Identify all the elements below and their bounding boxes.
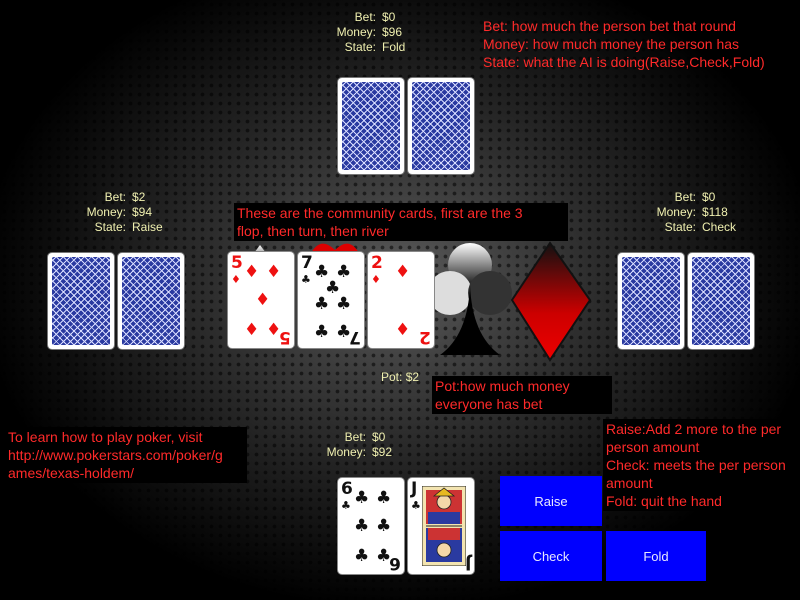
right-player-bet: $0 [702,190,716,204]
jack-face-icon [422,486,466,566]
bottom-player-stats: Bet: $0 Money: $92 [326,430,393,459]
check-button[interactable]: Check [500,531,602,581]
stats-help-note: Bet: how much the person bet that round … [483,18,765,70]
player-card: 6 ♣ ♣ ♣ ♣ ♣ ♣ ♣ 6 [338,478,404,574]
left-player-bet: $2 [132,190,146,204]
right-player-card-back [688,253,754,349]
top-player-money: $96 [382,25,403,39]
left-player-money: $94 [132,205,153,219]
top-player-card-back [408,78,474,174]
right-player-stats: Bet: $0 Money: $118 State: Check [656,190,737,234]
top-player-bet: $0 [382,10,396,24]
fold-button[interactable]: Fold [606,531,706,581]
right-player-money: $118 [702,205,728,219]
right-player-card-back [618,253,684,349]
pot-value: $2 [405,370,420,384]
raise-button[interactable]: Raise [500,476,602,526]
top-player-stats: Bet: $0 Money: $96 State: Fold [336,10,406,54]
bottom-player-money: $92 [372,445,393,459]
left-player-state: Raise [132,220,163,234]
bottom-player-bet: $0 [372,430,386,444]
community-card: 5 ♦ ♦ ♦ ♦ ♦ ♦ 5 [228,252,294,348]
community-help-note: These are the community cards, first are… [234,203,568,241]
right-player-state: Check [702,220,737,234]
left-player-card-back [48,253,114,349]
club-decoration-icon [428,243,512,355]
top-player-state: Fold [382,40,406,54]
top-player-card-back [338,78,404,174]
pot-label: Pot: [381,370,403,384]
diamond-decoration-icon [510,241,592,362]
community-card: 2 ♦ ♦ ♦ 2 [368,252,434,348]
left-player-card-back [118,253,184,349]
learn-poker-note: To learn how to play poker, visit http:/… [5,427,247,483]
player-card: J ♣ J [408,478,474,574]
pot-display: Pot: $2 [381,370,419,385]
pot-help-note: Pot:how much money everyone has bet [432,376,612,414]
left-player-stats: Bet: $2 Money: $94 State: Raise [86,190,163,234]
actions-help-note: Raise:Add 2 more to the per person amoun… [603,419,799,511]
community-card: 7 ♣ ♣ ♣ ♣ ♣ ♣ ♣ ♣ 7 [298,252,364,348]
